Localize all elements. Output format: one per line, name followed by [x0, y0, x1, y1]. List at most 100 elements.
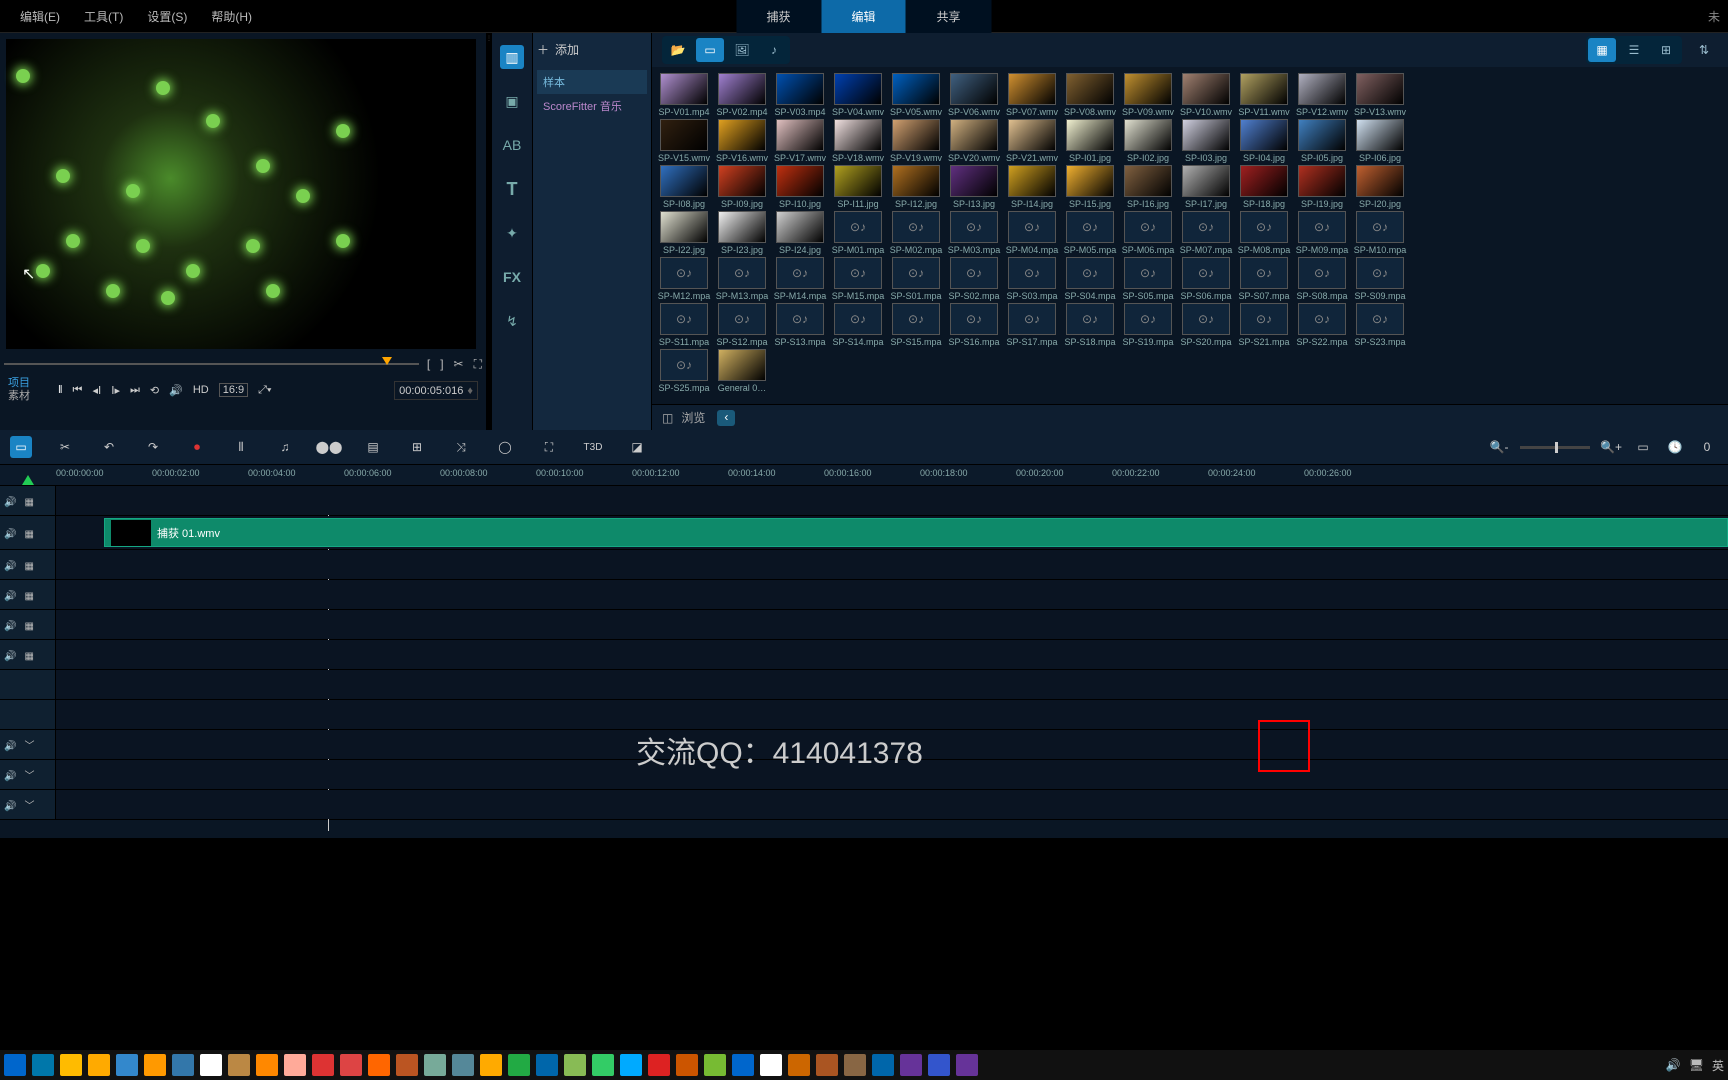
track-header[interactable]: [0, 670, 56, 699]
library-item[interactable]: ⊙♪SP-S18.mpa: [1062, 303, 1118, 347]
library-item[interactable]: ⊙♪SP-S03.mpa: [1004, 257, 1060, 301]
grain-icon[interactable]: [24, 648, 33, 662]
grain-icon[interactable]: [24, 526, 33, 540]
library-item[interactable]: ⊙♪SP-S09.mpa: [1352, 257, 1408, 301]
library-item[interactable]: SP-V12.wmv: [1294, 73, 1350, 117]
tray-ime-lang[interactable]: 英: [1712, 1057, 1724, 1074]
step-back-icon[interactable]: ◂Ⅰ: [92, 384, 101, 397]
taskbar-app-icon[interactable]: [116, 1054, 138, 1076]
library-item[interactable]: SP-V06.wmv: [946, 73, 1002, 117]
volume-icon[interactable]: 🔊: [169, 384, 183, 397]
track-body[interactable]: [56, 550, 1728, 579]
track-body[interactable]: [56, 610, 1728, 639]
split-icon[interactable]: ✂: [454, 357, 464, 372]
mark-in-icon[interactable]: [: [427, 357, 430, 372]
taskbar-app-icon[interactable]: [396, 1054, 418, 1076]
library-item[interactable]: SP-V09.wmv: [1120, 73, 1176, 117]
library-item[interactable]: SP-V18.wmv: [830, 119, 886, 163]
subtitle-icon[interactable]: ▤: [362, 436, 384, 458]
track-body[interactable]: [56, 700, 1728, 729]
menu-edit[interactable]: 编辑(E): [8, 4, 72, 29]
clock-icon[interactable]: 🕓: [1664, 436, 1686, 458]
track-header[interactable]: [0, 516, 56, 549]
library-item[interactable]: SP-I04.jpg: [1236, 119, 1292, 163]
transition-category-icon[interactable]: AB: [500, 133, 524, 157]
sound-icon[interactable]: [4, 526, 16, 540]
collapse-tree-icon[interactable]: ‹: [717, 410, 735, 426]
go-start-icon[interactable]: ⏮: [73, 384, 83, 397]
taskbar-app-icon[interactable]: [284, 1054, 306, 1076]
sound-icon[interactable]: [4, 588, 16, 602]
library-item[interactable]: SP-I14.jpg: [1004, 165, 1060, 209]
library-item[interactable]: SP-V08.wmv: [1062, 73, 1118, 117]
chapter-icon[interactable]: ◪: [626, 436, 648, 458]
library-item[interactable]: ⊙♪SP-M05.mpa: [1062, 211, 1118, 255]
preview-viewport[interactable]: ↖: [6, 39, 476, 349]
sound-icon[interactable]: [4, 798, 16, 812]
grain-icon[interactable]: [24, 588, 33, 602]
taskbar-app-icon[interactable]: [592, 1054, 614, 1076]
library-item[interactable]: SP-I23.jpg: [714, 211, 770, 255]
grain-icon[interactable]: [24, 494, 33, 508]
track-body[interactable]: [56, 670, 1728, 699]
library-item[interactable]: ⊙♪SP-M13.mpa: [714, 257, 770, 301]
library-item[interactable]: ⊙♪SP-M10.mpa: [1352, 211, 1408, 255]
zoom-in-icon[interactable]: 🔍+: [1600, 436, 1622, 458]
track-header[interactable]: [0, 550, 56, 579]
taskbar-app-icon[interactable]: [88, 1054, 110, 1076]
template-category-icon[interactable]: ▣: [500, 89, 524, 113]
chev-icon[interactable]: [24, 767, 34, 782]
taskbar-app-icon[interactable]: [620, 1054, 642, 1076]
track-header[interactable]: [0, 486, 56, 515]
tray-volume-icon[interactable]: 🔊: [1666, 1058, 1681, 1072]
browse-icon[interactable]: ◫: [662, 411, 673, 425]
library-item[interactable]: ⊙♪SP-S07.mpa: [1236, 257, 1292, 301]
sort-icon[interactable]: ⇅: [1690, 38, 1718, 62]
taskbar-app-icon[interactable]: [956, 1054, 978, 1076]
fit-icon[interactable]: ⤢▾: [258, 384, 271, 397]
library-item[interactable]: ⊙♪SP-S20.mpa: [1178, 303, 1234, 347]
scrub-track[interactable]: [4, 363, 419, 365]
chev-icon[interactable]: [24, 797, 34, 812]
library-item[interactable]: ⊙♪SP-S16.mpa: [946, 303, 1002, 347]
library-item[interactable]: SP-V20.wmv: [946, 119, 1002, 163]
taskbar-app-icon[interactable]: [424, 1054, 446, 1076]
taskbar-app-icon[interactable]: [144, 1054, 166, 1076]
library-item[interactable]: ⊙♪SP-S14.mpa: [830, 303, 886, 347]
auto-music-icon[interactable]: ♫: [274, 436, 296, 458]
library-item[interactable]: ⊙♪SP-M01.mpa: [830, 211, 886, 255]
sound-icon[interactable]: [4, 648, 16, 662]
library-item[interactable]: SP-V16.wmv: [714, 119, 770, 163]
filter-video-icon[interactable]: ▭: [696, 38, 724, 62]
track-header[interactable]: [0, 640, 56, 669]
marker-add-icon[interactable]: [22, 475, 34, 485]
library-item[interactable]: SP-V03.mp4: [772, 73, 828, 117]
library-item[interactable]: SP-I18.jpg: [1236, 165, 1292, 209]
library-item[interactable]: ⊙♪SP-S02.mpa: [946, 257, 1002, 301]
library-item[interactable]: SP-I03.jpg: [1178, 119, 1234, 163]
track-body[interactable]: 捕获 01.wmv: [56, 516, 1728, 549]
track-body[interactable]: [56, 790, 1728, 819]
library-item[interactable]: SP-I02.jpg: [1120, 119, 1176, 163]
library-item[interactable]: ⊙♪SP-M07.mpa: [1178, 211, 1234, 255]
library-item[interactable]: ⊙♪SP-S01.mpa: [888, 257, 944, 301]
sound-icon[interactable]: [4, 738, 16, 752]
library-item[interactable]: SP-I10.jpg: [772, 165, 828, 209]
motion-track-icon[interactable]: ⬤⬤: [318, 436, 340, 458]
grain-icon[interactable]: [24, 558, 33, 572]
library-item[interactable]: SP-I09.jpg: [714, 165, 770, 209]
track-header[interactable]: [0, 610, 56, 639]
timecode-display[interactable]: 00:00:05:016♦: [394, 381, 478, 400]
taskbar-app-icon[interactable]: [760, 1054, 782, 1076]
taskbar-app-icon[interactable]: [60, 1054, 82, 1076]
taskbar-app-icon[interactable]: [200, 1054, 222, 1076]
sound-icon[interactable]: [4, 618, 16, 632]
library-item[interactable]: ⊙♪SP-S06.mpa: [1178, 257, 1234, 301]
library-item[interactable]: SP-V13.wmv: [1352, 73, 1408, 117]
pan-zoom-icon[interactable]: ⤨: [450, 436, 472, 458]
library-item[interactable]: General 0…: [714, 349, 770, 393]
library-item[interactable]: ⊙♪SP-S05.mpa: [1120, 257, 1176, 301]
library-item[interactable]: SP-I15.jpg: [1062, 165, 1118, 209]
taskbar-app-icon[interactable]: [452, 1054, 474, 1076]
library-item[interactable]: ⊙♪SP-S04.mpa: [1062, 257, 1118, 301]
